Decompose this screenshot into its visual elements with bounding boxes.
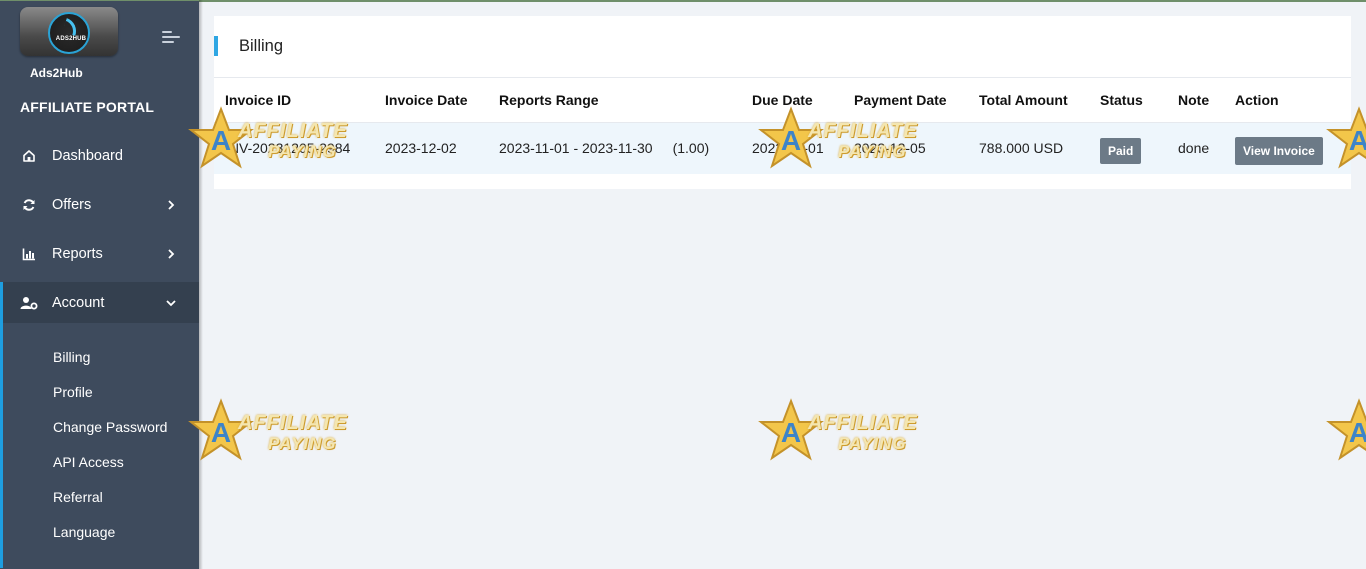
refresh-icon: [20, 196, 38, 214]
cell-total-amount: 788.000 USD: [979, 122, 1100, 174]
cell-invoice-date: 2023-12-02: [385, 122, 499, 174]
nav-label-reports: Reports: [52, 246, 103, 262]
col-header-payment-date: Payment Date: [854, 78, 979, 123]
view-invoice-button[interactable]: View Invoice: [1235, 137, 1323, 166]
watermark-star-icon: A: [1326, 398, 1366, 461]
svg-text:A: A: [211, 417, 231, 448]
table-header-row: Invoice ID Invoice Date Reports Range Du…: [214, 78, 1351, 123]
nav-item-offers[interactable]: Offers: [0, 184, 199, 226]
portal-title: AFFILIATE PORTAL: [20, 99, 155, 115]
nav-label-dashboard: Dashboard: [52, 148, 123, 164]
svg-text:A: A: [1349, 125, 1366, 156]
top-strip: [0, 0, 1366, 2]
watermark-star-icon: A: [758, 398, 824, 461]
watermark-logo: A AFFILIATE PAYING: [188, 398, 388, 468]
user-gear-icon: [20, 294, 38, 312]
cell-reports-range: 2023-11-01 - 2023-11-30 (1.00): [499, 122, 752, 174]
card-header: Billing: [214, 16, 1351, 78]
submenu-item-change-password[interactable]: Change Password: [53, 419, 167, 435]
page-title: Billing: [239, 37, 284, 55]
chevron-right-icon: [164, 198, 178, 212]
submenu-item-billing[interactable]: Billing: [53, 349, 90, 365]
cell-due-date: 2023-12-01: [752, 122, 854, 174]
sidebar-shadow: [199, 0, 203, 569]
submenu-item-api-access[interactable]: API Access: [53, 454, 124, 470]
logo-emblem: ADS2HUB: [48, 12, 90, 54]
col-header-due-date: Due Date: [752, 78, 854, 123]
svg-text:A: A: [1349, 417, 1366, 448]
cell-action: View Invoice: [1235, 122, 1351, 174]
col-header-note: Note: [1178, 78, 1235, 123]
watermark-logo: A AFFILIATE PAYING: [758, 398, 958, 468]
account-submenu: Billing Profile Change Password API Acce…: [0, 323, 199, 568]
nav-label-account: Account: [52, 295, 105, 311]
submenu-item-referral[interactable]: Referral: [53, 489, 103, 505]
col-header-status: Status: [1100, 78, 1178, 123]
watermark-logo: A: [1326, 398, 1366, 468]
bar-chart-icon: [20, 245, 38, 263]
reports-range-amount: (1.00): [672, 140, 710, 157]
cell-note: done: [1178, 122, 1235, 174]
col-header-reports-range: Reports Range: [499, 78, 752, 123]
col-header-action: Action: [1235, 78, 1351, 123]
cell-status: Paid: [1100, 122, 1178, 174]
nav-item-account[interactable]: Account: [0, 282, 199, 324]
nav-item-dashboard[interactable]: Dashboard: [0, 135, 199, 177]
nav-item-reports[interactable]: Reports: [0, 233, 199, 275]
cell-payment-date: 2023-12-05: [854, 122, 979, 174]
submenu-item-language[interactable]: Language: [53, 524, 115, 540]
cell-invoice-id: INV-20231205-2984: [214, 122, 385, 174]
col-header-invoice-date: Invoice Date: [385, 78, 499, 123]
svg-text:A: A: [781, 417, 801, 448]
brand-logo[interactable]: ADS2HUB: [20, 7, 118, 56]
home-icon: [20, 147, 38, 165]
billing-card: Billing Invoice ID Invoice Date Reports …: [214, 16, 1351, 189]
table-row: INV-20231205-2984 2023-12-02 2023-11-01 …: [214, 122, 1351, 174]
status-badge: Paid: [1100, 138, 1142, 165]
invoice-table: Invoice ID Invoice Date Reports Range Du…: [214, 78, 1351, 174]
col-header-total-amount: Total Amount: [979, 78, 1100, 123]
nav-label-offers: Offers: [52, 197, 92, 213]
col-header-invoice-id: Invoice ID: [214, 78, 385, 123]
title-accent-bar: [214, 36, 218, 56]
brand-name: Ads2Hub: [30, 66, 83, 80]
chevron-down-icon: [164, 296, 178, 310]
menu-toggle-icon[interactable]: [162, 31, 180, 45]
reports-range-dates: 2023-11-01 - 2023-11-30: [499, 140, 653, 157]
submenu-item-profile[interactable]: Profile: [53, 384, 93, 400]
chevron-right-icon: [164, 247, 178, 261]
